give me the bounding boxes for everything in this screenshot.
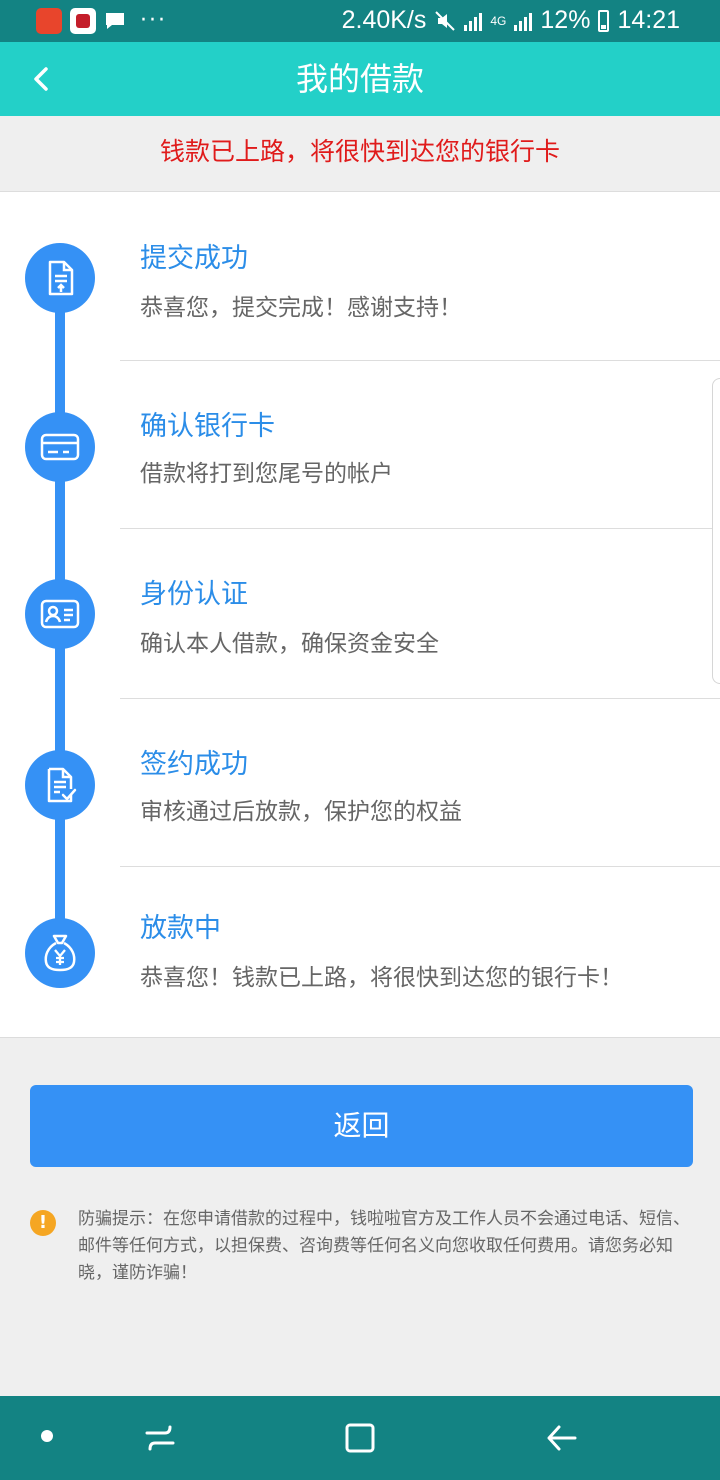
signal-icon — [464, 11, 483, 31]
back-button[interactable] — [18, 56, 64, 102]
id-card-icon — [25, 579, 95, 649]
tip-text: 防骗提示：在您申请借款的过程中，钱啦啦官方及工作人员不会通过电话、短信、邮件等任… — [78, 1209, 690, 1283]
divider — [120, 360, 720, 361]
step-title: 放款中 — [140, 913, 221, 944]
home-icon — [345, 1423, 375, 1453]
app-header: 我的借款 — [0, 42, 720, 116]
mute-icon — [435, 10, 456, 31]
contract-check-icon — [25, 750, 95, 820]
divider — [120, 866, 720, 867]
step-title: 提交成功 — [140, 243, 248, 274]
app-notification-icon — [70, 8, 96, 34]
home-button[interactable] — [336, 1414, 384, 1462]
recent-apps-icon — [145, 1425, 175, 1451]
anti-fraud-tip: ! 防骗提示：在您申请借款的过程中，钱啦啦官方及工作人员不会通过电话、短信、邮件… — [30, 1206, 690, 1287]
step-title: 签约成功 — [140, 749, 248, 780]
battery-percent: 12% — [540, 6, 591, 34]
scroll-indicator[interactable] — [712, 378, 720, 684]
status-bar: ··· 2.40K/s 4G 12% 14:21 — [0, 0, 720, 42]
loan-progress-steps: 提交成功 恭喜您，提交完成！感谢支持！ 确认银行卡 借款将打到您尾号的帐户 身份… — [0, 192, 720, 1038]
more-notifications-icon: ··· — [140, 8, 167, 33]
step-title: 确认银行卡 — [140, 411, 275, 442]
step-description: 确认本人借款，确保资金安全 — [140, 631, 439, 657]
divider — [120, 698, 720, 699]
recent-apps-button[interactable] — [136, 1414, 184, 1462]
network-speed: 2.40K/s — [341, 6, 427, 34]
warning-icon: ! — [30, 1210, 56, 1236]
money-bag-icon — [25, 918, 95, 988]
battery-icon — [598, 9, 610, 32]
message-icon — [106, 13, 124, 29]
app-notification-icon — [36, 8, 62, 34]
page-title: 我的借款 — [295, 60, 424, 98]
back-nav-button[interactable] — [538, 1414, 586, 1462]
status-notice: 钱款已上路，将很快到达您的银行卡 — [0, 116, 720, 192]
step-description: 恭喜您，提交完成！感谢支持！ — [140, 295, 462, 321]
arrow-left-icon — [547, 1425, 577, 1451]
divider — [120, 528, 720, 529]
status-bar-notifications: ··· — [36, 8, 167, 34]
system-nav-bar — [0, 1396, 720, 1480]
step-description: 审核通过后放款，保护您的权益 — [140, 799, 462, 825]
signal-icon — [514, 11, 533, 31]
network-type: 4G — [490, 13, 507, 28]
status-bar-system: 2.40K/s 4G 12% 14:21 — [334, 6, 680, 35]
chevron-left-icon — [34, 67, 48, 91]
document-upload-icon — [25, 243, 95, 313]
nav-dot-icon[interactable] — [41, 1430, 53, 1442]
step-description: 借款将打到您尾号的帐户 — [140, 461, 393, 487]
bank-card-icon — [25, 412, 95, 482]
step-description: 恭喜您！钱款已上路，将很快到达您的银行卡！ — [140, 965, 623, 991]
step-title: 身份认证 — [140, 579, 248, 610]
clock: 14:21 — [617, 6, 680, 34]
return-button[interactable]: 返回 — [30, 1085, 693, 1167]
